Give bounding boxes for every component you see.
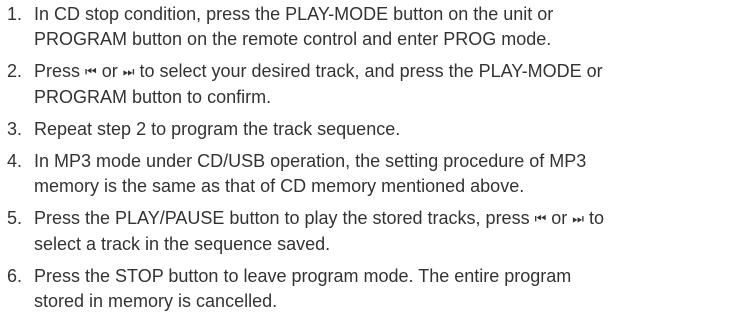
step-line: In CD stop condition, press the PLAY-MOD…: [34, 4, 554, 24]
step-text-segment: Press: [34, 61, 86, 81]
step-text-segment: to: [584, 208, 605, 228]
step-text-segment: to select your desired track, and press …: [134, 61, 603, 81]
step-line: select a track in the sequence saved.: [34, 234, 331, 254]
step-number: 1.: [7, 4, 23, 24]
skip-previous-icon: ⏮: [534, 212, 547, 227]
step-number: 6.: [7, 266, 23, 286]
step-2: 2. Press ⏮ or ⏭ to select your desired t…: [7, 59, 735, 110]
step-1: 1. In CD stop condition, press the PLAY-…: [7, 2, 735, 52]
step-line: Press the PLAY/PAUSE button to play the …: [34, 206, 735, 232]
step-line: PROGRAM button on the remote control and…: [34, 29, 552, 49]
skip-next-icon: ⏭: [122, 65, 135, 80]
step-text: In MP3 mode under CD/USB operation, the …: [34, 149, 735, 199]
step-text: Press ⏮ or ⏭ to select your desired trac…: [34, 59, 735, 110]
step-number: 4.: [7, 151, 23, 171]
step-4: 4. In MP3 mode under CD/USB operation, t…: [7, 149, 735, 199]
step-line: stored in memory is cancelled.: [34, 291, 278, 311]
step-number: 3.: [7, 119, 23, 139]
step-text-segment: Press the PLAY/PAUSE button to play the …: [34, 208, 535, 228]
step-line: PROGRAM button to confirm.: [34, 87, 272, 107]
step-text: Repeat step 2 to program the track seque…: [34, 117, 735, 142]
skip-next-icon: ⏭: [572, 212, 584, 227]
step-line: Press ⏮ or ⏭ to select your desired trac…: [34, 59, 735, 85]
step-line: In MP3 mode under CD/USB operation, the …: [34, 151, 587, 171]
step-line: memory is the same as that of CD memory …: [34, 176, 525, 196]
step-number: 2.: [7, 61, 23, 81]
step-number: 5.: [7, 208, 23, 228]
step-3: 3. Repeat step 2 to program the track se…: [7, 117, 735, 142]
step-line: Press the STOP button to leave program m…: [34, 266, 572, 286]
step-text: Press the STOP button to leave program m…: [34, 264, 735, 314]
step-text: Press the PLAY/PAUSE button to play the …: [34, 206, 735, 257]
step-line: Repeat step 2 to program the track seque…: [34, 119, 401, 139]
step-6: 6. Press the STOP button to leave progra…: [7, 264, 735, 314]
step-text-segment: or: [546, 208, 573, 228]
step-5: 5. Press the PLAY/PAUSE button to play t…: [7, 206, 735, 257]
program-steps-list: 1. In CD stop condition, press the PLAY-…: [7, 2, 735, 321]
skip-previous-icon: ⏮: [85, 65, 97, 80]
step-text-segment: or: [96, 61, 123, 81]
step-text: In CD stop condition, press the PLAY-MOD…: [34, 2, 735, 52]
